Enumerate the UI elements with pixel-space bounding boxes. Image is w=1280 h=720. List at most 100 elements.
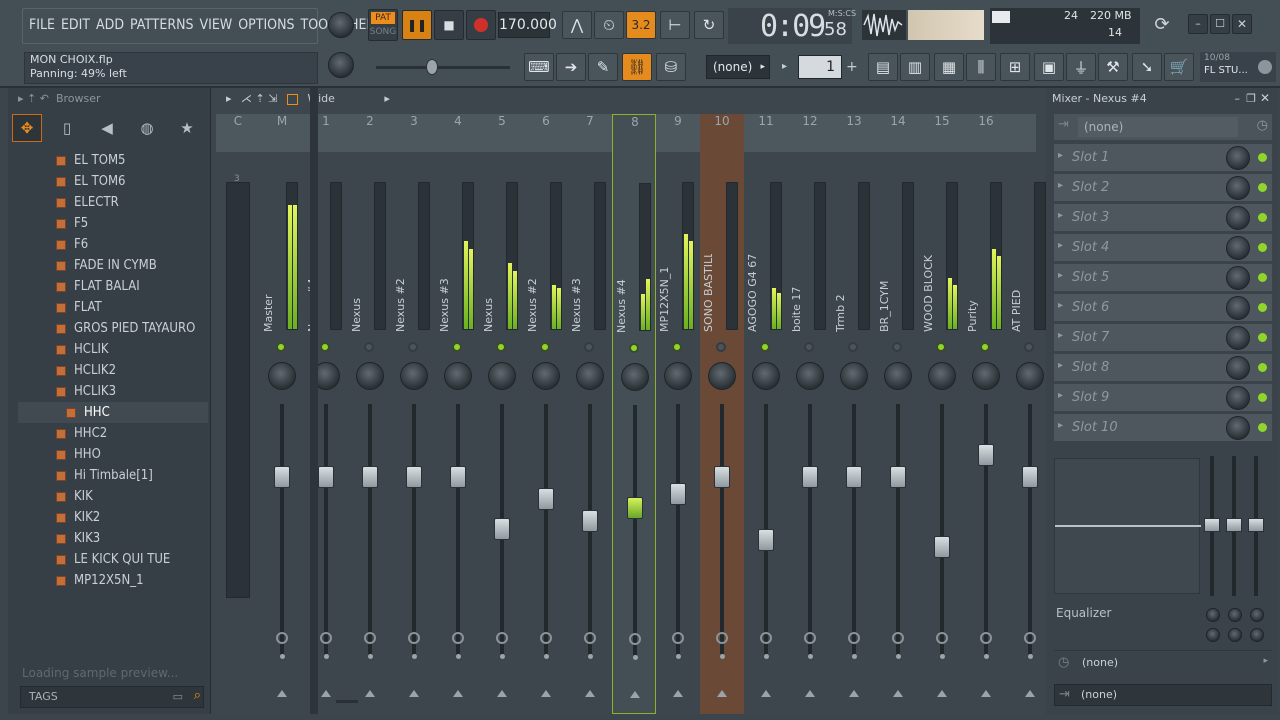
playlist-button[interactable]: ▤	[868, 53, 898, 81]
shop-button[interactable]: 🛒	[1164, 53, 1194, 81]
pan-knob[interactable]	[268, 362, 296, 390]
channel-rack-button[interactable]: ▦	[934, 53, 964, 81]
current-project-tab[interactable]: ▯	[52, 114, 82, 142]
pattern-prev-icon[interactable]: ▸	[782, 55, 798, 79]
fx-slot[interactable]: ▸ Slot 9	[1054, 384, 1272, 412]
slot-expand-icon[interactable]: ▸	[1058, 330, 1063, 341]
pan-knob[interactable]	[840, 362, 868, 390]
pan-knob[interactable]	[928, 362, 956, 390]
volume-fader[interactable]	[1022, 465, 1038, 488]
stop-button[interactable]: ■	[434, 10, 464, 40]
send-arrow-icon[interactable]	[630, 691, 640, 698]
slot-expand-icon[interactable]: ▸	[1058, 150, 1063, 161]
mixer-track-13[interactable]: 13 Trmb 2	[832, 114, 876, 714]
volume-fader[interactable]	[494, 518, 510, 541]
mixer-track-12[interactable]: 12 boite 17	[788, 114, 832, 714]
browser-item[interactable]: GROS PIED TAYAURO	[18, 318, 208, 339]
track-enable-led[interactable]	[408, 342, 418, 352]
plugin-picker-button[interactable]: ⊞	[1000, 53, 1030, 81]
send-arrow-icon[interactable]	[497, 690, 507, 697]
send-dot[interactable]	[940, 654, 945, 659]
slot-mix-knob[interactable]	[1226, 296, 1250, 320]
routing-icon[interactable]	[1024, 632, 1036, 644]
fx-slot[interactable]: ▸ Slot 4	[1054, 234, 1272, 262]
fx-slot[interactable]: ▸ Slot 3	[1054, 204, 1272, 232]
slot-enable-led[interactable]	[1258, 423, 1267, 432]
tempo-display[interactable]: 170.000	[498, 12, 557, 38]
send-dot[interactable]	[852, 654, 857, 659]
pattern-selector[interactable]: (none) ▸	[706, 55, 770, 79]
slot-mix-knob[interactable]	[1226, 146, 1250, 170]
pan-knob[interactable]	[532, 362, 560, 390]
track-enable-led[interactable]	[629, 343, 639, 353]
fx-close-icon[interactable]: ✕	[1260, 91, 1270, 105]
send-arrow-icon[interactable]	[277, 690, 287, 697]
link-button[interactable]: ⛓	[622, 53, 652, 81]
send-arrow-icon[interactable]	[453, 690, 463, 697]
fx-input-selector[interactable]: ⇥ (none) ◷	[1054, 114, 1272, 140]
routing-icon[interactable]	[276, 632, 288, 644]
routing-icon[interactable]	[408, 632, 420, 644]
browser-item[interactable]: FLAT	[18, 297, 208, 318]
send-dot[interactable]	[324, 654, 329, 659]
slot-expand-icon[interactable]: ▸	[1058, 390, 1063, 401]
send-dot[interactable]	[676, 654, 681, 659]
browser-item[interactable]: EL TOM5	[18, 150, 208, 171]
fx-slot[interactable]: ▸ Slot 1	[1054, 144, 1272, 172]
track-enable-led[interactable]	[1024, 342, 1034, 352]
slot-enable-led[interactable]	[1258, 393, 1267, 402]
eq-mid-knob[interactable]	[1228, 608, 1242, 622]
track-enable-led[interactable]	[320, 342, 330, 352]
fx-output-2[interactable]: ⇥ (none)	[1054, 684, 1272, 706]
favorites-tab[interactable]: ★	[172, 114, 202, 142]
send-arrow-icon[interactable]	[717, 690, 727, 697]
fx-slot[interactable]: ▸ Slot 7	[1054, 324, 1272, 352]
volume-fader[interactable]	[934, 536, 950, 558]
eq-low-knob[interactable]	[1206, 608, 1220, 622]
browser-item[interactable]: MP12X5N_1	[18, 570, 208, 591]
track-enable-led[interactable]	[672, 342, 682, 352]
snap-button[interactable]: 3.2	[626, 11, 656, 39]
send-dot[interactable]	[280, 654, 285, 659]
menu-file[interactable]: FILE	[26, 12, 58, 40]
send-arrow-icon[interactable]	[541, 690, 551, 697]
slot-mix-knob[interactable]	[1226, 176, 1250, 200]
mixer-track-2[interactable]: 2 Nexus	[348, 114, 392, 714]
browser-item[interactable]: EL TOM6	[18, 171, 208, 192]
browser-item[interactable]: KIK2	[18, 507, 208, 528]
browser-item[interactable]: HCLIK	[18, 339, 208, 360]
send-dot[interactable]	[500, 654, 505, 659]
mixer-track-C[interactable]: C	[216, 114, 260, 714]
track-enable-led[interactable]	[540, 342, 550, 352]
routing-icon[interactable]	[716, 632, 728, 644]
mixer-button[interactable]: ⫼	[966, 53, 996, 81]
slot-mix-knob[interactable]	[1226, 236, 1250, 260]
pan-knob[interactable]	[796, 362, 824, 390]
track-enable-led[interactable]	[760, 342, 770, 352]
plugin-db-tab[interactable]: ◀	[92, 114, 122, 142]
volume-fader[interactable]	[538, 487, 554, 510]
tools-button[interactable]: ⚒	[1098, 53, 1128, 81]
pan-knob[interactable]	[400, 362, 428, 390]
pan-knob[interactable]	[444, 362, 472, 390]
pan-knob[interactable]	[621, 363, 649, 391]
fx-slot[interactable]: ▸ Slot 10	[1054, 414, 1272, 442]
track-enable-led[interactable]	[364, 342, 374, 352]
send-arrow-icon[interactable]	[805, 690, 815, 697]
step-edit-button[interactable]: ⊢	[660, 11, 690, 39]
send-arrow-icon[interactable]	[981, 690, 991, 697]
add-pattern-icon[interactable]: +	[846, 55, 860, 79]
stamp-button[interactable]: ⛁	[656, 53, 686, 81]
browser-item[interactable]: Hi Timbale[1]	[18, 465, 208, 486]
slot-mix-knob[interactable]	[1226, 356, 1250, 380]
track-enable-led[interactable]	[804, 342, 814, 352]
send-arrow-icon[interactable]	[761, 690, 771, 697]
slot-expand-icon[interactable]: ▸	[1058, 420, 1063, 431]
pan-knob[interactable]	[356, 362, 384, 390]
menu-add[interactable]: ADD	[93, 12, 127, 40]
eq-fader[interactable]	[1248, 518, 1264, 532]
equalizer-graph[interactable]	[1054, 458, 1201, 594]
slot-expand-icon[interactable]: ▸	[1058, 300, 1063, 311]
send-arrow-icon[interactable]	[849, 690, 859, 697]
routing-icon[interactable]	[629, 633, 641, 645]
